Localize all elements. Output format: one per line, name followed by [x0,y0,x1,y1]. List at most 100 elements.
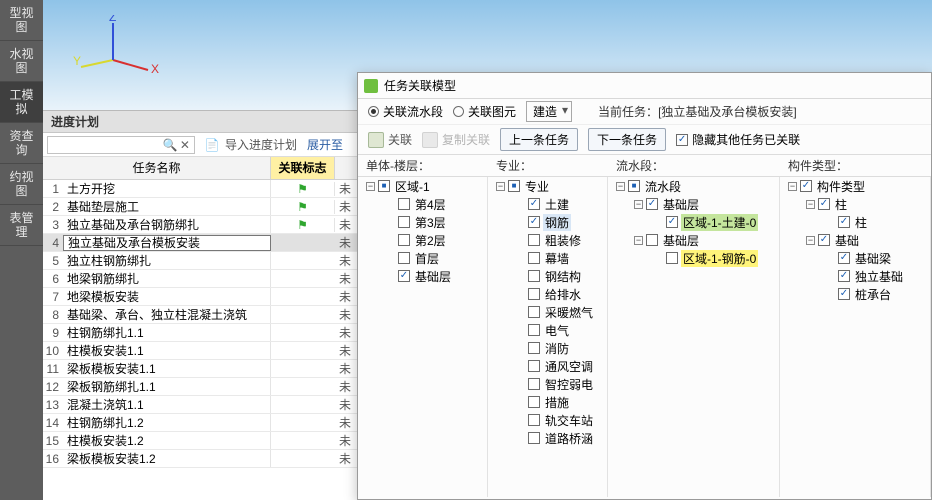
task-name-cell[interactable]: 地梁模板安装 [63,288,271,305]
task-name-cell[interactable]: 独立柱钢筋绑扎 [63,252,271,269]
checkbox[interactable] [378,180,390,192]
toggle-icon[interactable] [616,182,625,191]
tree-node[interactable]: 基础梁 [780,249,930,267]
tree-node[interactable]: 道路桥涵 [488,429,607,447]
tree-node[interactable]: 消防 [488,339,607,357]
rail-item[interactable]: 表管理 [0,205,43,246]
checkbox[interactable] [818,198,830,210]
toggle-icon[interactable] [806,236,815,245]
checkbox[interactable] [528,216,540,228]
tree-node[interactable]: 独立基础 [780,267,930,285]
copy-link-button[interactable]: 复制关联 [422,131,490,148]
checkbox[interactable] [646,198,658,210]
tree-node[interactable]: 通风空调 [488,357,607,375]
task-name-cell[interactable]: 梁板钢筋绑扎1.1 [63,378,271,395]
toggle-icon[interactable] [788,182,797,191]
checkbox[interactable] [838,216,850,228]
checkbox[interactable] [528,342,540,354]
checkbox[interactable] [838,270,850,282]
checkbox[interactable] [528,414,540,426]
tree-node[interactable]: 基础层 [608,231,779,249]
tree-node[interactable]: 采暖燃气 [488,303,607,321]
checkbox[interactable] [818,234,830,246]
task-name-cell[interactable]: 柱钢筋绑扎1.2 [63,414,271,431]
task-name-cell[interactable]: 独立基础及承台钢筋绑扎 [63,216,271,233]
checkbox[interactable] [398,270,410,282]
toggle-icon[interactable] [366,182,375,191]
search-input[interactable] [50,138,163,152]
tree-node[interactable]: 桩承台 [780,285,930,303]
tree-node[interactable]: 流水段 [608,177,779,195]
hide-others-checkbox[interactable]: 隐藏其他任务已关联 [676,131,800,148]
tree-node[interactable]: 给排水 [488,285,607,303]
task-name-cell[interactable]: 柱模板安装1.1 [63,342,271,359]
task-name-cell[interactable]: 柱模板安装1.2 [63,432,271,449]
mode-combo[interactable]: 建造 [526,101,572,122]
toggle-icon[interactable] [634,200,643,209]
search-icon[interactable]: 🔍 [163,136,178,154]
checkbox[interactable] [508,180,520,192]
tree-node[interactable]: 区域-1-土建-0 [608,213,779,231]
tree-node[interactable]: 第2层 [358,231,487,249]
tree-node[interactable]: 幕墙 [488,249,607,267]
rail-item[interactable]: 工模拟 [0,82,43,123]
tree-node[interactable]: 基础 [780,231,930,249]
checkbox[interactable] [528,306,540,318]
col-task-name[interactable]: 任务名称 [43,157,271,179]
checkbox[interactable] [528,432,540,444]
checkbox[interactable] [838,288,850,300]
tree-node[interactable]: 区域-1 [358,177,487,195]
task-name-cell[interactable]: 混凝土浇筑1.1 [63,396,271,413]
checkbox[interactable] [646,234,658,246]
clear-icon[interactable]: ✕ [178,136,192,154]
tree-node[interactable]: 第3层 [358,213,487,231]
tree-node[interactable]: 柱 [780,195,930,213]
tree-component[interactable]: 构件类型 柱 柱 基础 基础梁 独立基础 桩承台 [780,177,931,497]
tree-node[interactable]: 智控弱电 [488,375,607,393]
checkbox[interactable] [838,252,850,264]
rail-item[interactable]: 约视图 [0,164,43,205]
tree-building[interactable]: 区域-1 第4层 第3层 第2层 首层 基础层 [358,177,488,497]
expand-button[interactable]: 展开至 [307,136,343,153]
checkbox[interactable] [666,252,678,264]
checkbox[interactable] [398,234,410,246]
rail-item[interactable]: 水视图 [0,41,43,82]
tree-node[interactable]: 粗装修 [488,231,607,249]
checkbox[interactable] [528,234,540,246]
task-name-cell[interactable]: 基础梁、承台、独立柱混凝土浇筑 [63,306,271,323]
link-button[interactable]: 关联 [368,131,412,148]
task-name-cell[interactable]: 土方开挖 [63,180,271,197]
task-name-cell[interactable]: 柱钢筋绑扎1.1 [63,324,271,341]
tree-node[interactable]: 第4层 [358,195,487,213]
task-name-cell[interactable]: 梁板模板安装1.1 [63,360,271,377]
tree-node[interactable]: 首层 [358,249,487,267]
rail-item[interactable]: 型视图 [0,0,43,41]
checkbox[interactable] [528,324,540,336]
checkbox[interactable] [528,360,540,372]
tree-node[interactable]: 专业 [488,177,607,195]
tree-node[interactable]: 基础层 [608,195,779,213]
checkbox[interactable] [528,270,540,282]
task-name-cell[interactable]: 梁板模板安装1.2 [63,450,271,467]
tree-node[interactable]: 基础层 [358,267,487,285]
tree-segment[interactable]: 流水段 基础层 区域-1-土建-0 基础层 区域-1-钢筋-0 [608,177,780,497]
tree-node[interactable]: 钢结构 [488,267,607,285]
checkbox[interactable] [528,288,540,300]
dialog-titlebar[interactable]: 任务关联模型 [358,73,931,99]
next-task-button[interactable]: 下一条任务 [588,128,666,151]
checkbox[interactable] [528,378,540,390]
tree-node[interactable]: 轨交车站 [488,411,607,429]
tree-specialty[interactable]: 专业 土建 钢筋 粗装修 幕墙 钢结构 给排水 采暖燃气 电气 消防 [488,177,608,497]
task-name-cell[interactable]: 基础垫层施工 [63,198,271,215]
toggle-icon[interactable] [806,200,815,209]
toggle-icon[interactable] [496,182,505,191]
task-name-cell[interactable]: 地梁钢筋绑扎 [63,270,271,287]
task-name-cell[interactable]: 独立基础及承台模板安装 [63,235,271,251]
tree-node[interactable]: 电气 [488,321,607,339]
checkbox[interactable] [800,180,812,192]
toggle-icon[interactable] [634,236,643,245]
checkbox[interactable] [398,198,410,210]
tree-node[interactable]: 区域-1-钢筋-0 [608,249,779,267]
rail-item[interactable]: 资查询 [0,123,43,164]
checkbox[interactable] [398,216,410,228]
